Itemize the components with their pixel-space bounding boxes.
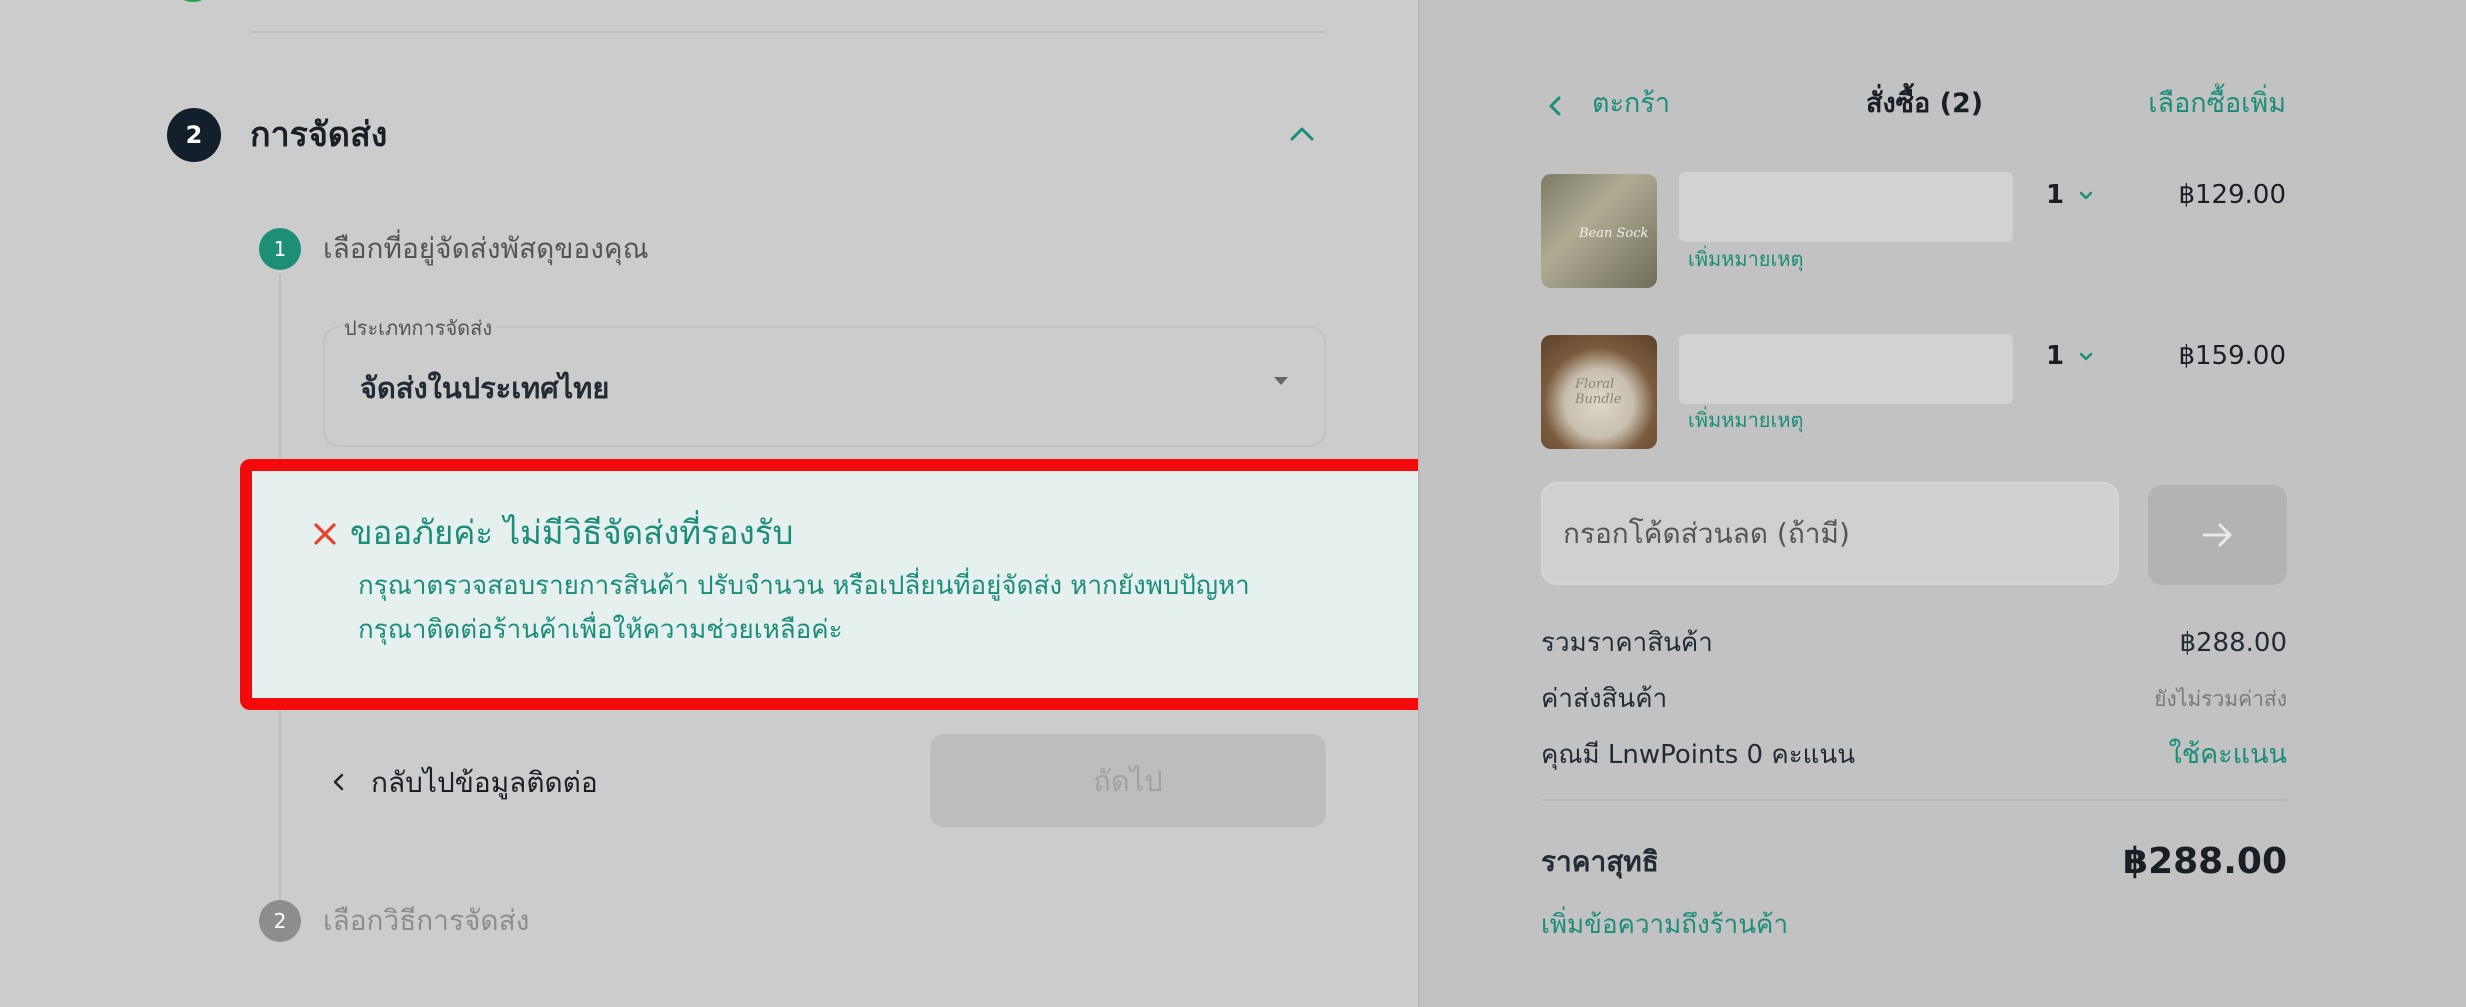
subtotal-label: รวมราคาสินค้า	[1541, 628, 1713, 658]
checkout-pane: 2 การจัดส่ง 1 เลือกที่อยู่จัดส่งพัสดุของ…	[0, 0, 1432, 1007]
subtotal-value: ฿288.00	[2179, 628, 2287, 658]
chevron-up-icon[interactable]	[1288, 124, 1316, 144]
quantity-select[interactable]: 1	[2046, 177, 2064, 213]
section-title: การจัดส่ง	[250, 115, 388, 155]
add-note-link[interactable]: เพิ่มหมายเหตุ	[1688, 244, 1804, 274]
shipping-type-label: ประเภทการจัดส่ง	[340, 316, 497, 340]
arrow-right-icon[interactable]	[2198, 520, 2238, 550]
item-price: ฿159.00	[2178, 341, 2286, 371]
alert-title: ขออภัยค่ะ ไม่มีวิธีจัดส่งที่รองรับ	[350, 513, 794, 552]
shipping-fee-value: ยังไม่รวมค่าส่ง	[2154, 687, 2287, 711]
points-label: คุณมี LnwPoints 0 คะแนน	[1541, 740, 1855, 770]
chevron-left-icon[interactable]	[330, 770, 348, 794]
step-number-badge: 2	[167, 108, 221, 162]
caret-down-icon[interactable]	[1274, 377, 1288, 385]
close-icon	[314, 523, 336, 545]
shipping-fee-label: ค่าส่งสินค้า	[1541, 684, 1668, 714]
product-thumbnail: Bean Sock	[1541, 174, 1657, 288]
substep-number-badge: 1	[259, 228, 301, 270]
back-to-cart-link[interactable]: ตะกร้า	[1592, 84, 1670, 124]
summary-divider	[1541, 799, 2287, 801]
item-price: ฿129.00	[2178, 180, 2286, 210]
chevron-down-icon[interactable]	[2078, 190, 2094, 202]
order-title: สั่งซื้อ (2)	[1866, 88, 1984, 119]
product-name	[1679, 334, 2013, 404]
thumbnail-logo-text: Bean Sock	[1579, 226, 1649, 241]
product-name	[1679, 172, 2013, 242]
net-total-label: ราคาสุทธิ	[1541, 845, 1659, 878]
alert-message: กรุณาติดต่อร้านค้าเพื่อให้ความช่วยเหลือค…	[358, 615, 843, 645]
alert-message: กรุณาตรวจสอบรายการสินค้า ปรับจำนวน หรือเ…	[358, 571, 1250, 601]
substep-label: เลือกวิธีการจัดส่ง	[323, 904, 530, 937]
next-button[interactable]: ถัดไป	[930, 734, 1326, 827]
quantity-select[interactable]: 1	[2046, 338, 2064, 374]
discount-code-input[interactable]	[1541, 482, 2119, 585]
chevron-left-icon[interactable]	[1546, 92, 1564, 120]
substep-number-badge: 2	[259, 900, 301, 942]
net-total-value: ฿288.00	[2123, 841, 2287, 882]
back-to-contact-link[interactable]: กลับไปข้อมูลติดต่อ	[371, 763, 598, 803]
product-thumbnail: Floral Bundle	[1541, 335, 1657, 449]
section-divider	[250, 31, 1326, 33]
shipping-type-value[interactable]: จัดส่งในประเทศไทย	[360, 368, 609, 408]
chevron-down-icon[interactable]	[2078, 351, 2094, 363]
use-points-link[interactable]: ใช้คะแนน	[2169, 735, 2287, 775]
message-to-shop-link[interactable]: เพิ่มข้อความถึงร้านค้า	[1541, 906, 1788, 944]
substep-label: เลือกที่อยู่จัดส่งพัสดุของคุณ	[323, 232, 649, 265]
completed-step-icon	[170, 0, 216, 2]
shop-more-link[interactable]: เลือกซื้อเพิ่ม	[2148, 84, 2286, 124]
add-note-link[interactable]: เพิ่มหมายเหตุ	[1688, 405, 1804, 435]
thumbnail-logo-text: Floral Bundle	[1575, 377, 1622, 407]
